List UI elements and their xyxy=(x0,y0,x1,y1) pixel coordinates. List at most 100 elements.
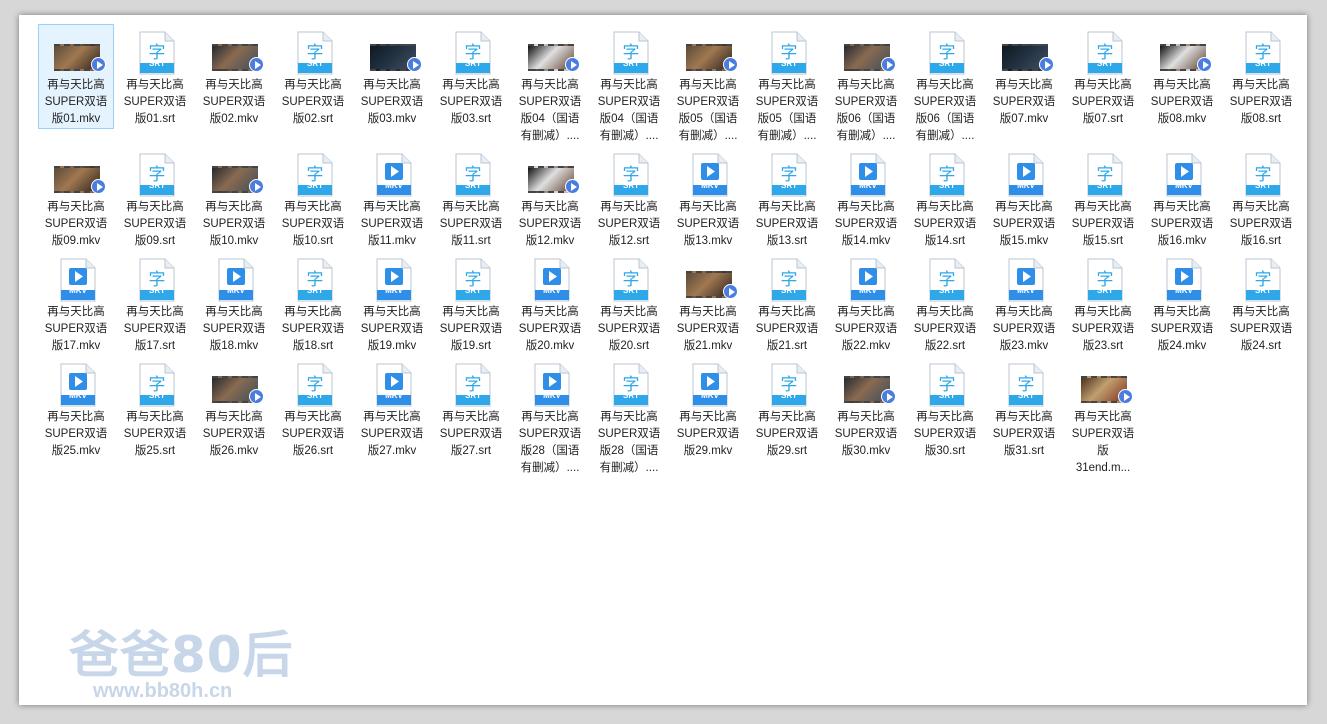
file-name: 再与天比高 SUPER双语 版14.srt xyxy=(913,201,977,247)
file-item-mkv[interactable]: MKV 再与天比高 SUPER双语 版22.mkv xyxy=(828,251,904,356)
file-thumbnail: 字 SRT xyxy=(1066,252,1142,304)
file-item-mkv[interactable]: MKV 再与天比高 SUPER双语 版13.mkv xyxy=(670,146,746,251)
file-item-mkv[interactable]: MKV 再与天比高 SUPER双语 版25.mkv xyxy=(38,356,114,461)
file-item-srt[interactable]: 字 SRT 再与天比高 SUPER双语 版02.srt xyxy=(275,24,351,129)
file-type-tag: SRT xyxy=(939,59,955,68)
file-thumbnail xyxy=(829,25,905,77)
file-item-mkv[interactable]: MKV 再与天比高 SUPER双语 版18.mkv xyxy=(196,251,272,356)
file-item-mkv[interactable]: 再与天比高 SUPER双语 版07.mkv xyxy=(986,24,1062,129)
file-item-srt[interactable]: 字 SRT 再与天比高 SUPER双语 版26.srt xyxy=(275,356,351,461)
play-badge-icon xyxy=(723,57,738,72)
file-item-mkv[interactable]: 再与天比高 SUPER双语 版12.mkv xyxy=(512,146,588,251)
file-item-srt[interactable]: 字 SRT 再与天比高 SUPER双语 版13.srt xyxy=(749,146,825,251)
file-name: 再与天比高 SUPER双语 版04（国语 有删减）.... xyxy=(518,79,582,142)
file-item-srt[interactable]: 字 SRT 再与天比高 SUPER双语 版07.srt xyxy=(1065,24,1141,129)
file-item-srt[interactable]: 字 SRT 再与天比高 SUPER双语 版18.srt xyxy=(275,251,351,356)
file-item-mkv[interactable]: 再与天比高 SUPER双语 版08.mkv xyxy=(1144,24,1220,129)
file-thumbnail: 字 SRT xyxy=(434,25,510,77)
file-item-mkv[interactable]: MKV 再与天比高 SUPER双语 版15.mkv xyxy=(986,146,1062,251)
file-item-srt[interactable]: 字 SRT 再与天比高 SUPER双语 版21.srt xyxy=(749,251,825,356)
file-item-srt[interactable]: 字 SRT 再与天比高 SUPER双语 版17.srt xyxy=(117,251,193,356)
file-thumbnail xyxy=(513,25,589,77)
file-item-srt[interactable]: 字 SRT 再与天比高 SUPER双语 版12.srt xyxy=(591,146,667,251)
play-badge-icon xyxy=(723,284,738,299)
file-item-srt[interactable]: 字 SRT 再与天比高 SUPER双语 版03.srt xyxy=(433,24,509,129)
file-thumbnail xyxy=(829,357,905,409)
file-item-mkv[interactable]: MKV 再与天比高 SUPER双语 版16.mkv xyxy=(1144,146,1220,251)
file-type-tag: SRT xyxy=(307,391,323,400)
file-item-srt[interactable]: 字 SRT 再与天比高 SUPER双语 版22.srt xyxy=(907,251,983,356)
file-type-tag: MKV xyxy=(859,286,877,295)
file-item-srt[interactable]: 字 SRT 再与天比高 SUPER双语 版24.srt xyxy=(1223,251,1299,356)
file-item-mkv[interactable]: 再与天比高 SUPER双语 版02.mkv xyxy=(196,24,272,129)
file-item-mkv[interactable]: MKV 再与天比高 SUPER双语 版17.mkv xyxy=(38,251,114,356)
file-item-mkv[interactable]: MKV 再与天比高 SUPER双语 版19.mkv xyxy=(354,251,430,356)
file-item-mkv[interactable]: 再与天比高 SUPER双语 版09.mkv xyxy=(38,146,114,251)
file-item-mkv[interactable]: 再与天比高 SUPER双语 版03.mkv xyxy=(354,24,430,129)
file-item-mkv[interactable]: MKV 再与天比高 SUPER双语 版28（国语 有删减）.... xyxy=(512,356,588,478)
file-item-mkv[interactable]: MKV 再与天比高 SUPER双语 版27.mkv xyxy=(354,356,430,461)
file-item-srt[interactable]: 字 SRT 再与天比高 SUPER双语 版30.srt xyxy=(907,356,983,461)
file-item-srt[interactable]: 字 SRT 再与天比高 SUPER双语 版11.srt xyxy=(433,146,509,251)
file-name: 再与天比高 SUPER双语 版22.srt xyxy=(913,306,977,352)
file-item-srt[interactable]: 字 SRT 再与天比高 SUPER双语 版16.srt xyxy=(1223,146,1299,251)
file-item-mkv[interactable]: MKV 再与天比高 SUPER双语 版14.mkv xyxy=(828,146,904,251)
file-thumbnail: 字 SRT xyxy=(276,357,352,409)
file-item-srt[interactable]: 字 SRT 再与天比高 SUPER双语 版05（国语 有删减）.... xyxy=(749,24,825,146)
subtitle-file-icon: 字 SRT xyxy=(928,31,966,75)
file-item-srt[interactable]: 字 SRT 再与天比高 SUPER双语 版23.srt xyxy=(1065,251,1141,356)
file-type-tag: SRT xyxy=(623,286,639,295)
file-item-mkv[interactable]: 再与天比高 SUPER双语 版21.mkv xyxy=(670,251,746,356)
file-type-tag: SRT xyxy=(465,391,481,400)
file-item-srt[interactable]: 字 SRT 再与天比高 SUPER双语 版25.srt xyxy=(117,356,193,461)
file-type-tag: SRT xyxy=(1255,286,1271,295)
file-item-srt[interactable]: 字 SRT 再与天比高 SUPER双语 版28（国语 有删减）.... xyxy=(591,356,667,478)
file-item-mkv[interactable]: 再与天比高 SUPER双语 版01.mkv xyxy=(38,24,114,129)
file-name: 再与天比高 SUPER双语 版31.srt xyxy=(992,411,1056,457)
file-item-mkv[interactable]: MKV 再与天比高 SUPER双语 版23.mkv xyxy=(986,251,1062,356)
file-item-srt[interactable]: 字 SRT 再与天比高 SUPER双语 版19.srt xyxy=(433,251,509,356)
file-item-srt[interactable]: 字 SRT 再与天比高 SUPER双语 版14.srt xyxy=(907,146,983,251)
file-item-mkv[interactable]: 再与天比高 SUPER双语 版05（国语 有删减）.... xyxy=(670,24,746,146)
file-item-srt[interactable]: 字 SRT 再与天比高 SUPER双语 版31.srt xyxy=(986,356,1062,461)
file-type-tag: MKV xyxy=(701,391,719,400)
file-item-mkv[interactable]: MKV 再与天比高 SUPER双语 版11.mkv xyxy=(354,146,430,251)
file-item-srt[interactable]: 字 SRT 再与天比高 SUPER双语 版20.srt xyxy=(591,251,667,356)
file-item-mkv[interactable]: 再与天比高 SUPER双语 版30.mkv xyxy=(828,356,904,461)
subtitle-file-icon: 字 SRT xyxy=(138,31,176,75)
file-thumbnail: 字 SRT xyxy=(434,252,510,304)
file-name: 再与天比高 SUPER双语 版04（国语 有删减）.... xyxy=(597,79,661,142)
file-thumbnail: MKV xyxy=(671,147,747,199)
file-name: 再与天比高 SUPER双语 版30.srt xyxy=(913,411,977,457)
file-type-tag: SRT xyxy=(307,286,323,295)
file-item-mkv[interactable]: MKV 再与天比高 SUPER双语 版24.mkv xyxy=(1144,251,1220,356)
file-item-srt[interactable]: 字 SRT 再与天比高 SUPER双语 版04（国语 有删减）.... xyxy=(591,24,667,146)
file-item-srt[interactable]: 字 SRT 再与天比高 SUPER双语 版27.srt xyxy=(433,356,509,461)
watermark-url: www.bb80h.cn xyxy=(93,680,233,702)
video-file-icon: MKV xyxy=(1165,153,1203,197)
file-item-mkv[interactable]: 再与天比高 SUPER双语 版04（国语 有删减）.... xyxy=(512,24,588,146)
file-type-tag: SRT xyxy=(781,181,797,190)
subtitle-file-icon: 字 SRT xyxy=(138,258,176,302)
file-item-mkv[interactable]: 再与天比高 SUPER双语 版10.mkv xyxy=(196,146,272,251)
file-item-srt[interactable]: 字 SRT 再与天比高 SUPER双语 版15.srt xyxy=(1065,146,1141,251)
file-item-srt[interactable]: 字 SRT 再与天比高 SUPER双语 版29.srt xyxy=(749,356,825,461)
file-item-mkv[interactable]: 再与天比高 SUPER双语 版26.mkv xyxy=(196,356,272,461)
file-item-mkv[interactable]: 再与天比高 SUPER双语 版 31end.m... xyxy=(1065,356,1141,478)
file-item-srt[interactable]: 字 SRT 再与天比高 SUPER双语 版09.srt xyxy=(117,146,193,251)
file-name: 再与天比高 SUPER双语 版06（国语 有删减）.... xyxy=(913,79,977,142)
file-item-srt[interactable]: 字 SRT 再与天比高 SUPER双语 版06（国语 有删减）.... xyxy=(907,24,983,146)
file-item-mkv[interactable]: 再与天比高 SUPER双语 版06（国语 有删减）.... xyxy=(828,24,904,146)
subtitle-file-icon: 字 SRT xyxy=(1244,258,1282,302)
subtitle-file-icon: 字 SRT xyxy=(770,153,808,197)
file-name: 再与天比高 SUPER双语 版28（国语 有删减）.... xyxy=(597,411,661,474)
file-thumbnail: 字 SRT xyxy=(434,357,510,409)
file-item-srt[interactable]: 字 SRT 再与天比高 SUPER双语 版10.srt xyxy=(275,146,351,251)
file-thumbnail: 字 SRT xyxy=(276,147,352,199)
file-item-srt[interactable]: 字 SRT 再与天比高 SUPER双语 版01.srt xyxy=(117,24,193,129)
file-type-tag: SRT xyxy=(149,391,165,400)
file-item-srt[interactable]: 字 SRT 再与天比高 SUPER双语 版08.srt xyxy=(1223,24,1299,129)
file-item-mkv[interactable]: MKV 再与天比高 SUPER双语 版29.mkv xyxy=(670,356,746,461)
play-badge-icon xyxy=(249,57,264,72)
file-item-mkv[interactable]: MKV 再与天比高 SUPER双语 版20.mkv xyxy=(512,251,588,356)
